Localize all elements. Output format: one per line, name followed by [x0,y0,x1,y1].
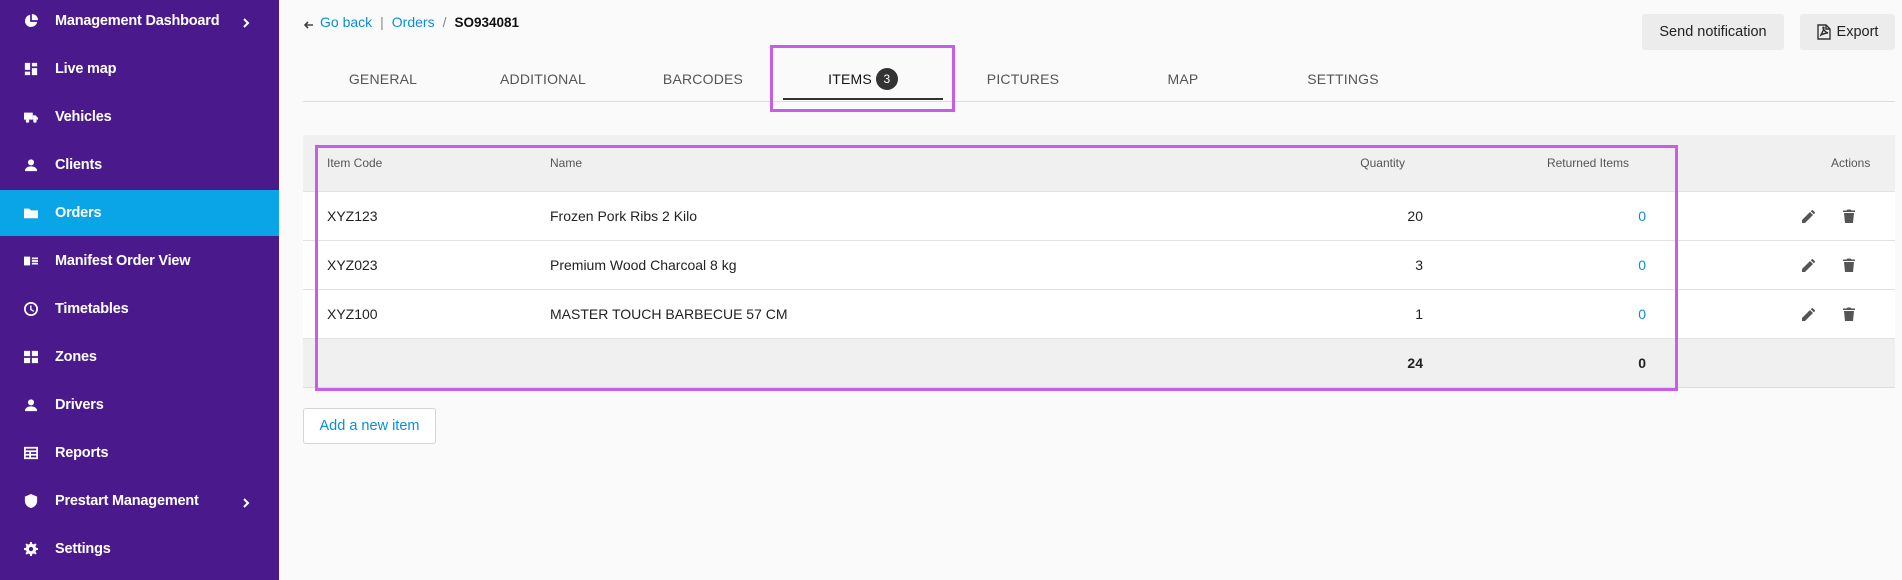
header-actions: Actions [1831,156,1871,170]
trash-icon[interactable] [1842,209,1856,223]
header-quantity: Quantity [1360,156,1405,170]
shield-icon [23,493,39,509]
sidebar-item-label: Live map [55,61,117,77]
tab-pictures[interactable]: PICTURES [943,56,1103,102]
item-returned-link[interactable]: 0 [1638,241,1646,289]
export-button[interactable]: Export [1800,14,1895,50]
sidebar-item-drivers[interactable]: Drivers [0,382,279,428]
total-quantity: 24 [1407,355,1423,371]
person-icon [23,397,39,413]
items-count-badge: 3 [875,68,898,90]
item-code: XYZ023 [327,257,378,273]
sidebar-item-reports[interactable]: Reports [0,430,279,476]
item-quantity: 1 [1415,306,1423,322]
table-header: Item Code Name Quantity Returned Items A… [303,135,1895,191]
list-card-icon [23,253,39,269]
sidebar-item-label: Zones [55,349,97,365]
sidebar-item-live-map[interactable]: Live map [0,46,279,92]
send-notification-button[interactable]: Send notification [1642,14,1784,50]
header-returned-items: Returned Items [1546,156,1629,170]
items-table: Item Code Name Quantity Returned Items A… [303,135,1895,388]
table-totals-row: 24 0 [303,338,1895,388]
total-returned: 0 [1638,355,1646,371]
pie-chart-icon [23,13,39,29]
breadcrumb-separator: | [380,14,384,30]
item-name: MASTER TOUCH BARBECUE 57 CM [550,306,788,322]
sidebar-item-label: Prestart Management [55,493,199,509]
sidebar-item-clients[interactable]: Clients [0,142,279,188]
arrow-left-icon[interactable] [303,17,314,29]
add-new-item-button[interactable]: Add a new item [303,408,436,444]
table-icon [23,445,39,461]
edit-icon[interactable] [1802,209,1816,223]
sidebar-item-timetables[interactable]: Timetables [0,286,279,332]
sidebar-item-label: Drivers [55,397,104,413]
table-row: XYZ123 Frozen Pork Ribs 2 Kilo 20 0 [303,191,1895,240]
tab-additional[interactable]: ADDITIONAL [463,56,623,102]
table-row: XYZ100 MASTER TOUCH BARBECUE 57 CM 1 0 [303,289,1895,338]
sidebar-item-label: Timetables [55,301,129,317]
pdf-file-icon [1816,24,1831,40]
breadcrumb-current-order: SO934081 [454,14,520,30]
breadcrumb: Go back | Orders / SO934081 [303,14,520,30]
breadcrumb-separator: / [442,14,447,30]
tab-barcodes[interactable]: BARCODES [623,56,783,102]
item-code: XYZ100 [327,306,378,322]
sidebar-item-label: Clients [55,157,102,173]
sidebar-item-label: Management Dashboard [55,13,220,29]
sidebar-item-prestart-management[interactable]: Prestart Management [0,478,279,524]
item-returned-link[interactable]: 0 [1638,192,1646,240]
item-code: XYZ123 [327,208,378,224]
sidebar-item-label: Vehicles [55,109,112,125]
header-name: Name [550,156,583,170]
person-icon [23,157,39,173]
sidebar-item-zones[interactable]: Zones [0,334,279,380]
sidebar-item-settings[interactable]: Settings [0,526,279,572]
sidebar-item-label: Settings [55,541,111,557]
tab-items-label: ITEMS [828,71,872,87]
item-quantity: 20 [1407,208,1423,224]
item-returned-link[interactable]: 0 [1638,290,1646,338]
dashboard-icon [23,61,39,77]
breadcrumb-orders-link[interactable]: Orders [392,14,435,30]
sidebar-item-manifest-order-view[interactable]: Manifest Order View [0,238,279,284]
edit-icon[interactable] [1802,258,1816,272]
sidebar-item-label: Manifest Order View [55,253,191,269]
item-quantity: 3 [1415,257,1423,273]
sidebar-item-vehicles[interactable]: Vehicles [0,94,279,140]
tab-settings[interactable]: SETTINGS [1263,56,1423,102]
item-name: Premium Wood Charcoal 8 kg [550,257,737,273]
tab-general[interactable]: GENERAL [303,56,463,102]
sidebar-item-label: Reports [55,445,109,461]
gear-icon [23,541,39,557]
chevron-right-icon [241,16,251,28]
table-row: XYZ023 Premium Wood Charcoal 8 kg 3 0 [303,240,1895,289]
header-item-code: Item Code [327,156,383,170]
sidebar-item-label: Orders [55,205,102,221]
trash-icon[interactable] [1842,258,1856,272]
sidebar-item-orders[interactable]: Orders [0,190,279,236]
go-back-link[interactable]: Go back [320,14,372,30]
sidebar: Management Dashboard Live map Vehicles C… [0,0,279,580]
trash-icon[interactable] [1842,307,1856,321]
tab-map[interactable]: MAP [1103,56,1263,102]
truck-icon [23,109,39,125]
chevron-right-icon [241,496,251,508]
sidebar-item-management-dashboard[interactable]: Management Dashboard [0,0,279,44]
folder-icon [23,205,39,221]
tab-bar: GENERAL ADDITIONAL BARCODES ITEMS 3 PICT… [303,56,1895,102]
clock-icon [23,301,39,317]
item-name: Frozen Pork Ribs 2 Kilo [550,208,698,224]
edit-icon[interactable] [1802,307,1816,321]
export-label: Export [1836,24,1879,40]
tab-items[interactable]: ITEMS 3 [783,56,943,102]
grid-icon [23,349,39,365]
